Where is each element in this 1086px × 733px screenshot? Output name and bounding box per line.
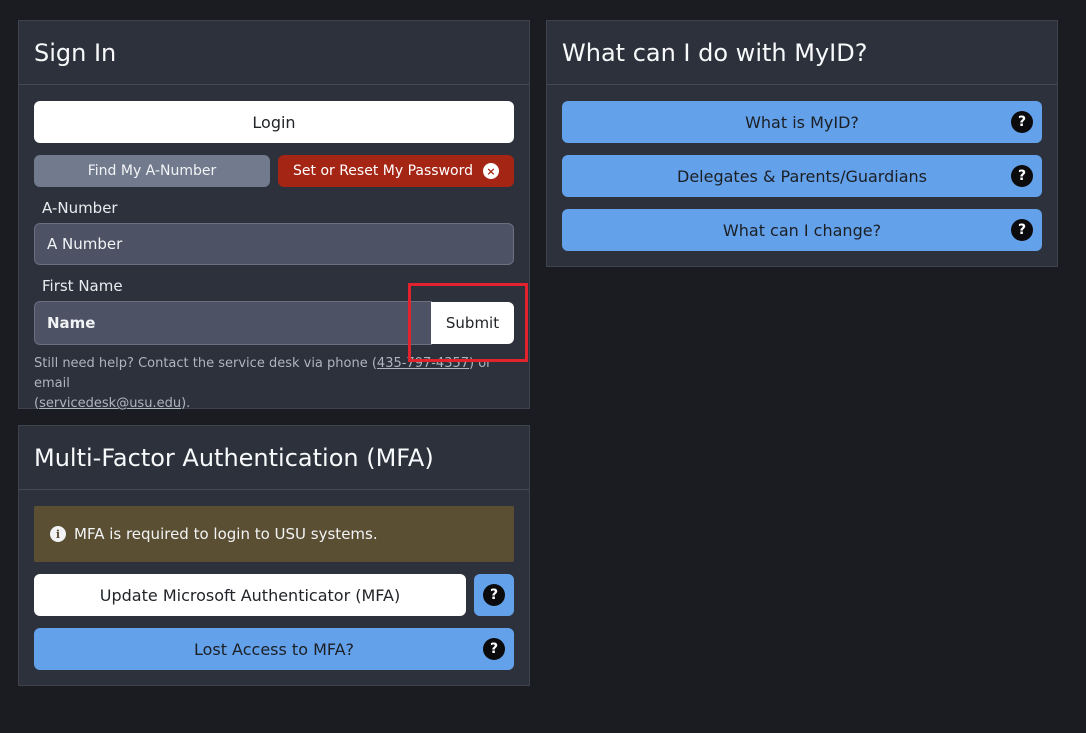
update-authenticator-button[interactable]: Update Microsoft Authenticator (MFA): [34, 574, 466, 616]
signin-card: Sign In Login Find My A-Number Set or Re…: [18, 20, 530, 411]
mfa-alert-text: MFA is required to login to USU systems.: [74, 525, 378, 543]
firstname-label: First Name: [42, 277, 123, 295]
help-phone-link[interactable]: 435-797-4357: [377, 356, 469, 371]
what-can-i-change-button[interactable]: What can I change? ?: [562, 209, 1042, 251]
delegates-label: Delegates & Parents/Guardians: [677, 166, 927, 186]
help-text: Still need help? Contact the service des…: [34, 356, 492, 411]
mfa-alert: i MFA is required to login to USU system…: [34, 506, 514, 562]
mfa-card: Multi-Factor Authentication (MFA) i MFA …: [18, 425, 530, 686]
what-is-myid-label: What is MyID?: [745, 112, 859, 132]
close-icon[interactable]: ×: [482, 163, 499, 179]
reset-password-button[interactable]: Set or Reset My Password ×: [278, 155, 514, 187]
signin-title: Sign In: [19, 21, 529, 85]
question-icon: ?: [1011, 111, 1033, 133]
anumber-label: A-Number: [42, 199, 118, 217]
question-icon: ?: [483, 584, 505, 606]
find-anumber-button[interactable]: Find My A-Number: [34, 155, 270, 187]
what-can-i-change-label: What can I change?: [722, 220, 882, 240]
myid-title: What can I do with MyID?: [547, 21, 1057, 85]
question-icon: ?: [483, 638, 505, 660]
login-button[interactable]: Login: [34, 101, 514, 143]
anumber-placeholder: A Number: [47, 235, 123, 253]
delegates-button[interactable]: Delegates & Parents/Guardians ?: [562, 155, 1042, 197]
mfa-title: Multi-Factor Authentication (MFA): [19, 426, 529, 490]
submit-button[interactable]: Submit: [431, 302, 514, 344]
firstname-placeholder: Name: [47, 314, 96, 332]
find-anumber-label: Find My A-Number: [87, 163, 217, 179]
myid-card: What can I do with MyID? What is MyID? ?…: [546, 20, 1058, 267]
update-authenticator-help-button[interactable]: ?: [474, 574, 514, 616]
firstname-input[interactable]: Name: [34, 301, 432, 345]
what-is-myid-button[interactable]: What is MyID? ?: [562, 101, 1042, 143]
lost-mfa-button[interactable]: Lost Access to MFA? ?: [34, 628, 514, 670]
anumber-input[interactable]: A Number: [34, 223, 514, 265]
help-email-link[interactable]: servicedesk@usu.edu: [39, 396, 181, 411]
info-icon: i: [50, 526, 66, 542]
question-icon: ?: [1011, 219, 1033, 241]
question-icon: ?: [1011, 165, 1033, 187]
reset-password-label: Set or Reset My Password: [293, 163, 473, 179]
lost-mfa-label: Lost Access to MFA?: [193, 639, 355, 659]
